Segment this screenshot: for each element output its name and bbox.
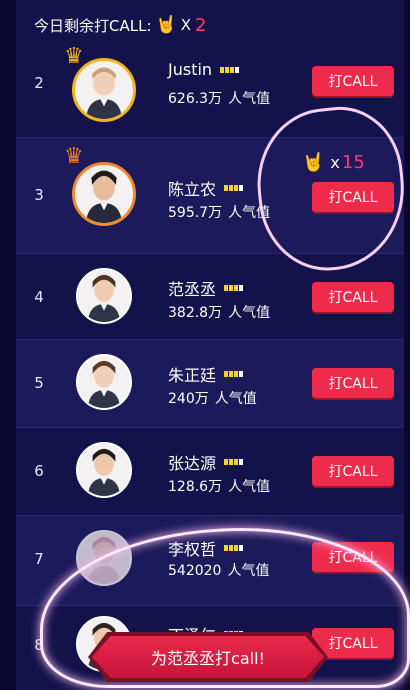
- person-icon: [78, 270, 130, 322]
- popularity: 240万 人气值: [168, 391, 257, 407]
- trainee-name: 张达源: [168, 450, 244, 474]
- signal-icon: [224, 285, 244, 291]
- person-icon: [75, 165, 133, 223]
- avatar[interactable]: [76, 442, 132, 498]
- signal-icon: [224, 185, 244, 191]
- rank-number: 6: [34, 462, 44, 480]
- trainee-name: 陈立农: [168, 176, 244, 200]
- ranking-row: 6 张达源 128.6万 人气值 打CALL: [16, 428, 404, 516]
- avatar[interactable]: [72, 58, 136, 122]
- popularity: 626.3万 人气值: [168, 91, 271, 107]
- person-icon: [75, 61, 133, 119]
- avatar[interactable]: [76, 354, 132, 410]
- avatar[interactable]: [72, 162, 136, 226]
- trainee-name: 范丞丞: [168, 276, 244, 300]
- rank-number: 2: [34, 74, 44, 92]
- call-button[interactable]: 打CALL: [312, 66, 394, 96]
- person-icon: [78, 356, 130, 408]
- popularity: 595.7万 人气值: [168, 205, 271, 221]
- popularity: 382.8万 人气值: [168, 305, 271, 321]
- crown-icon: ♛: [64, 144, 84, 169]
- rank-number: 4: [34, 288, 44, 306]
- multiplier-sign: X: [180, 16, 191, 34]
- popularity: 128.6万 人气值: [168, 479, 271, 495]
- remaining-call-label: 今日剩余打CALL:: [34, 16, 152, 35]
- remaining-call-count: 2: [194, 14, 207, 36]
- signal-icon: [224, 371, 244, 377]
- trainee-name: Justin: [168, 60, 240, 79]
- daily-call-bar: 今日剩余打CALL: 🤘 X 2: [16, 0, 404, 50]
- cheer-button[interactable]: 为范丞丞打call!: [92, 636, 324, 678]
- rank-number: 5: [34, 374, 44, 392]
- rank-number: 3: [34, 186, 44, 204]
- rock-hand-icon: 🤘: [155, 15, 177, 35]
- rank-number: 7: [34, 550, 44, 568]
- trainee-name: 朱正廷: [168, 362, 244, 386]
- signal-icon: [220, 66, 240, 73]
- crown-icon: ♛: [64, 44, 84, 69]
- call-button[interactable]: 打CALL: [312, 368, 394, 398]
- avatar[interactable]: [76, 268, 132, 324]
- signal-icon: [224, 459, 244, 465]
- call-button[interactable]: 打CALL: [312, 456, 394, 486]
- ranking-row: 5 朱正廷 240万 人气值 打CALL: [16, 340, 404, 428]
- person-icon: [78, 444, 130, 496]
- call-button[interactable]: 打CALL: [312, 282, 394, 312]
